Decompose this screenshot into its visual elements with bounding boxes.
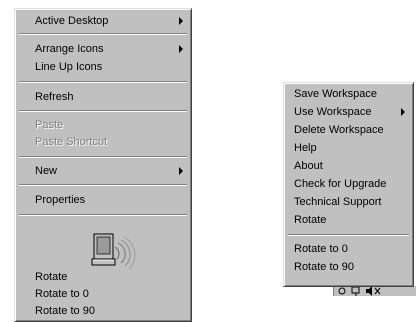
menu-item-label: Line Up Icons xyxy=(35,61,103,73)
menu-item-label: Paste Shortcut xyxy=(35,136,108,148)
menu-separator xyxy=(19,214,187,216)
menu-item-label: Technical Support xyxy=(294,196,382,208)
menu-item-use-workspace[interactable]: Use Workspace xyxy=(284,103,413,121)
menu-item-label: Help xyxy=(294,142,317,154)
menu-item-label: Delete Workspace xyxy=(294,124,384,136)
submenu-arrow-icon xyxy=(401,108,405,116)
menu-item-refresh[interactable]: Refresh xyxy=(15,88,191,106)
menu-separator xyxy=(19,156,187,158)
menu-item-label: Rotate xyxy=(294,214,327,226)
menu-item-arrange-icons[interactable]: Arrange Icons xyxy=(15,40,191,58)
menu-item-paste: Paste xyxy=(15,116,191,134)
menu-item-label: Rotate to 90 xyxy=(35,305,95,317)
menu-item-label: Rotate to 90 xyxy=(294,261,354,273)
menu-item-delete-workspace[interactable]: Delete Workspace xyxy=(284,121,413,139)
menu-item-paste-shortcut: Paste Shortcut xyxy=(15,133,191,151)
rotate-tray-icon[interactable] xyxy=(338,287,346,295)
menu-item-label: Active Desktop xyxy=(35,15,109,27)
menu-item-line-up-icons[interactable]: Line Up Icons xyxy=(15,58,191,76)
menu-separator xyxy=(19,110,187,112)
menu-item-rotate[interactable]: Rotate xyxy=(284,211,413,229)
taskbar-tray xyxy=(333,286,416,296)
network-tray-icon[interactable] xyxy=(351,286,360,296)
menu-item-rotate-to-90[interactable]: Rotate to 90 xyxy=(284,258,413,276)
menu-item-rotate-to-90[interactable]: Rotate to 90 xyxy=(15,302,191,320)
menu-item-label: New xyxy=(35,165,58,177)
menu-item-label: Rotate xyxy=(35,271,68,283)
menu-item-save-workspace[interactable]: Save Workspace xyxy=(284,85,413,103)
menu-item-label: Rotate to 0 xyxy=(294,243,348,255)
menu-separator xyxy=(19,81,187,83)
submenu-arrow-icon xyxy=(179,167,183,175)
submenu-arrow-icon xyxy=(179,17,183,25)
menu-item-label: Refresh xyxy=(35,91,74,103)
menu-item-label: Rotate to 0 xyxy=(35,288,89,300)
menu-item-check-for-upgrade[interactable]: Check for Upgrade xyxy=(284,175,413,193)
menu-item-rotate-to-0[interactable]: Rotate to 0 xyxy=(15,285,191,303)
menu-item-technical-support[interactable]: Technical Support xyxy=(284,193,413,211)
menu-item-properties[interactable]: Properties xyxy=(15,191,191,209)
menu-item-label: Paste xyxy=(35,119,64,131)
menu-item-label: About xyxy=(294,160,323,172)
menu-item-label: Arrange Icons xyxy=(35,43,104,55)
menu-separator xyxy=(288,234,409,236)
menu-item-active-desktop[interactable]: Active Desktop xyxy=(15,12,191,30)
submenu-arrow-icon xyxy=(179,45,183,53)
menu-item-about[interactable]: About xyxy=(284,157,413,175)
menu-item-label: Check for Upgrade xyxy=(294,178,387,190)
workspace-context-menu: Save Workspace Use Workspace Delete Work… xyxy=(283,82,414,287)
menu-item-rotate-to-0[interactable]: Rotate to 0 xyxy=(284,240,413,258)
menu-item-label: Save Workspace xyxy=(294,88,377,100)
menu-item-label: Properties xyxy=(35,194,86,206)
menu-item-help[interactable]: Help xyxy=(284,139,413,157)
desktop-context-menu: Active Desktop Arrange Icons Line Up Ico… xyxy=(14,8,192,322)
menu-item-new[interactable]: New xyxy=(15,162,191,180)
menu-separator xyxy=(19,184,187,186)
volume-tray-icon[interactable] xyxy=(366,286,381,296)
menu-item-label: Use Workspace xyxy=(294,106,372,118)
menu-item-rotate[interactable]: Rotate xyxy=(15,268,191,286)
menu-separator xyxy=(19,33,187,35)
